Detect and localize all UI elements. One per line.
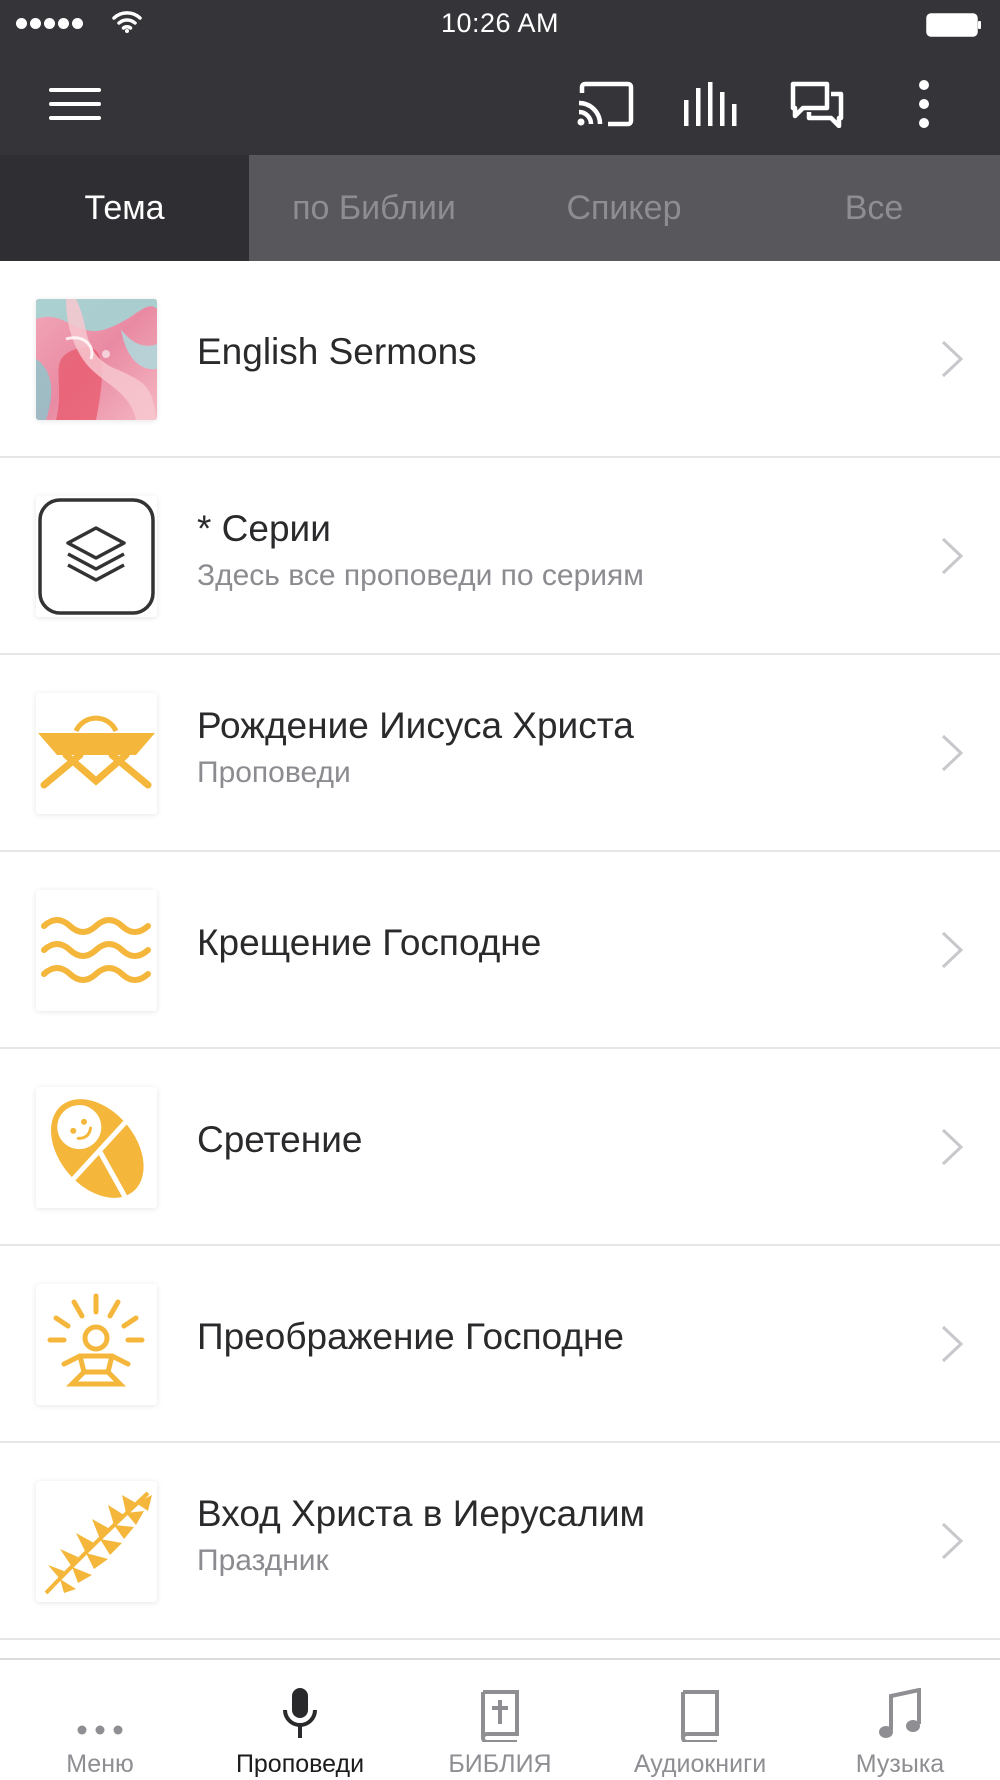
tab-theme[interactable]: Тема [0,155,249,261]
status-time: 10:26 AM [440,8,560,38]
equalizer-icon[interactable] [680,73,742,135]
tabbar-item-music[interactable]: Музыка [800,1660,1000,1780]
list-item[interactable]: Вход Христа в Иерусалим Праздник [0,1443,1000,1640]
list-item[interactable]: English Sermons [0,261,1000,458]
list-item[interactable]: Преображение Господне [0,1246,1000,1443]
tabbar-label: БИБЛИЯ [448,1750,552,1778]
topic-list: English Sermons * Серии Здесь все пропов… [0,261,1000,1640]
top-app-bar [0,52,1000,155]
list-item-title: Сретение [197,1119,363,1160]
list-item[interactable]: Сретение [0,1049,1000,1246]
list-item[interactable]: * Серии Здесь все проповеди по сериям [0,458,1000,655]
list-item-subtitle: Здесь все проповеди по сериям [197,559,644,592]
category-tabs: Тема по Библии Спикер Все [0,155,1000,261]
list-item-title: Рождение Иисуса Христа [197,705,634,746]
bottom-tab-bar: Меню Проповеди БИБЛИЯ Аудиокниги Музыка [0,1658,1000,1780]
chevron-right-icon [941,1522,964,1560]
tabbar-label: Музыка [855,1750,945,1778]
more-dots-icon [75,1672,125,1742]
waves-icon [36,890,157,1011]
chat-icon[interactable] [786,73,848,135]
tabbar-item-audiobooks[interactable]: Аудиокниги [600,1660,800,1780]
tab-by-bible[interactable]: по Библии [249,155,499,261]
manger-icon [36,693,157,814]
list-item[interactable]: Крещение Господне [0,852,1000,1049]
chevron-right-icon [941,340,964,378]
chevron-right-icon [941,537,964,575]
music-note-icon [877,1672,923,1742]
list-item-title: Крещение Господне [197,922,542,963]
list-item[interactable]: Рождение Иисуса Христа Проповеди [0,655,1000,852]
tabbar-item-sermons[interactable]: Проповеди [200,1660,400,1780]
chevron-right-icon [941,1325,964,1363]
more-vertical-icon[interactable] [893,73,955,135]
tabbar-label: Проповеди [235,1750,365,1778]
tab-all[interactable]: Все [749,155,999,261]
swaddled-baby-icon [36,1087,157,1208]
chevron-right-icon [941,734,964,772]
chevron-right-icon [941,1128,964,1166]
book-icon [679,1672,721,1742]
tabbar-item-menu[interactable]: Меню [0,1660,200,1780]
marble-art-image [36,299,157,420]
chevron-right-icon [941,931,964,969]
radiant-figure-icon [36,1284,157,1405]
list-item-title: Вход Христа в Иерусалим [197,1493,645,1534]
status-bar: 10:26 AM [0,0,1000,52]
list-item-title: Преображение Господне [197,1316,624,1357]
layers-icon [36,496,157,617]
list-item-subtitle: Проповеди [197,756,351,789]
list-item-title: English Sermons [197,331,477,372]
tabbar-label: Аудиокниги [633,1750,767,1778]
tab-speaker[interactable]: Спикер [499,155,749,261]
microphone-icon [280,1672,320,1742]
battery-icon [926,13,981,37]
palm-branch-icon [36,1481,157,1602]
list-item-title: * Серии [197,508,331,549]
tabbar-label: Меню [66,1750,134,1778]
bible-icon [479,1672,521,1742]
list-item-subtitle: Праздник [197,1544,329,1577]
cast-icon[interactable] [574,73,636,135]
tabbar-item-bible[interactable]: БИБЛИЯ [400,1660,600,1780]
hamburger-menu-icon[interactable] [44,73,106,135]
